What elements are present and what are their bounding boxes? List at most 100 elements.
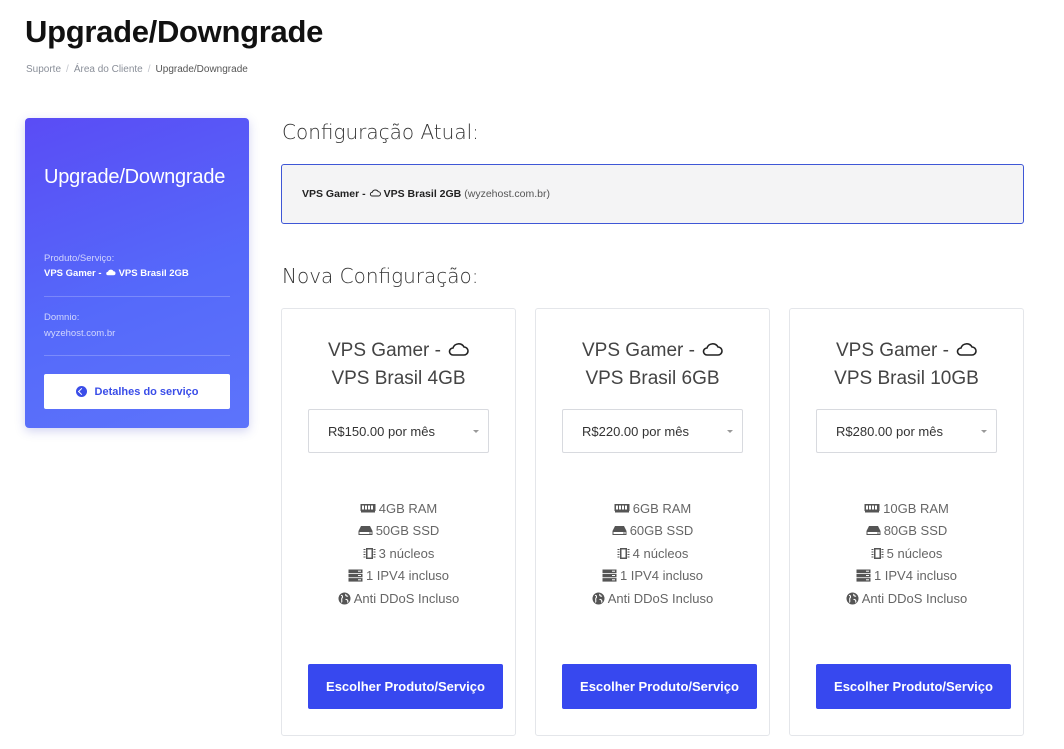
feature-item: Anti DDoS Incluso <box>282 587 515 610</box>
choose-product-button[interactable]: Escolher Produto/Serviço <box>816 664 1011 709</box>
feature-text: 1 IPV4 incluso <box>873 568 958 584</box>
plan-title-line2: VPS Brasil 6GB <box>585 368 720 389</box>
billing-cycle-select[interactable]: R$280.00 por mês <box>816 409 997 453</box>
globe-icon <box>592 592 605 605</box>
breadcrumb-link-area-do-cliente[interactable]: Área do Cliente <box>74 64 143 75</box>
feature-text: 6GB RAM <box>632 500 692 516</box>
feature-item: 60GB SSD <box>536 520 769 543</box>
feature-text: 5 núcleos <box>886 545 943 561</box>
plan-card: VPS Gamer - VPS Brasil 4GB R$150.00 por … <box>281 308 516 736</box>
cpu-icon <box>617 547 630 560</box>
feature-item: 5 núcleos <box>790 542 1023 565</box>
cloud-icon <box>105 268 116 279</box>
plan-title-line2: VPS Brasil 4GB <box>331 368 466 389</box>
feature-item: 1 IPV4 incluso <box>790 565 1023 588</box>
breadcrumb-link-suporte[interactable]: Suporte <box>26 64 61 75</box>
billing-cycle-value: R$150.00 por mês <box>328 423 435 439</box>
current-product-name: VPS Brasil 2GB <box>383 188 462 200</box>
choose-product-button[interactable]: Escolher Produto/Serviço <box>308 664 503 709</box>
feature-text: Anti DDoS Incluso <box>607 590 714 606</box>
sidebar-title: Upgrade/Downgrade <box>44 166 226 188</box>
billing-cycle-select[interactable]: R$220.00 por mês <box>562 409 743 453</box>
arrow-left-circle-icon <box>75 386 87 397</box>
product-label: Produto/Serviço: <box>44 253 115 264</box>
disk-icon <box>358 525 373 536</box>
service-details-label: Detalhes do serviço <box>94 385 199 398</box>
new-config-heading: Nova Configuração: <box>282 264 479 288</box>
chevron-down-icon <box>727 430 733 433</box>
server-icon <box>348 569 363 582</box>
chevron-down-icon <box>473 430 479 433</box>
plan-title-line1: VPS Gamer - <box>582 340 695 361</box>
billing-cycle-select[interactable]: R$150.00 por mês <box>308 409 489 453</box>
choose-product-button[interactable]: Escolher Produto/Serviço <box>562 664 757 709</box>
feature-text: 3 núcleos <box>378 545 435 561</box>
feature-text: Anti DDoS Incluso <box>353 590 460 606</box>
product-value: VPS Gamer - VPS Brasil 2GB <box>44 268 189 279</box>
current-config-box: VPS Gamer - VPS Brasil 2GB (wyzehost.com… <box>281 164 1024 224</box>
plan-card: VPS Gamer - VPS Brasil 10GB R$280.00 por… <box>789 308 1024 736</box>
plan-title-line1: VPS Gamer - <box>836 340 949 361</box>
ram-icon <box>614 503 630 513</box>
sidebar-panel: Upgrade/Downgrade Produto/Serviço: VPS G… <box>25 118 249 428</box>
billing-cycle-value: R$220.00 por mês <box>582 423 689 439</box>
cloud-icon <box>955 337 977 365</box>
service-details-button[interactable]: Detalhes do serviço <box>44 374 230 409</box>
feature-item: 1 IPV4 incluso <box>282 565 515 588</box>
feature-item: Anti DDoS Incluso <box>536 587 769 610</box>
server-icon <box>856 569 871 582</box>
cpu-icon <box>363 547 376 560</box>
feature-list: 6GB RAM 60GB SSD 4 núcleos 1 IPV4 inclus… <box>536 497 769 610</box>
globe-icon <box>338 592 351 605</box>
billing-cycle-value: R$280.00 por mês <box>836 423 943 439</box>
plan-title: VPS Gamer - VPS Brasil 10GB <box>790 337 1023 393</box>
current-product-prefix: VPS Gamer - <box>302 188 366 200</box>
current-config-heading: Configuração Atual: <box>282 120 479 144</box>
server-icon <box>602 569 617 582</box>
breadcrumb: Suporte / Área do Cliente / Upgrade/Down… <box>26 64 248 75</box>
cpu-icon <box>871 547 884 560</box>
feature-text: 80GB SSD <box>883 523 948 539</box>
plan-title-line1: VPS Gamer - <box>328 340 441 361</box>
cloud-icon <box>701 337 723 365</box>
feature-item: Anti DDoS Incluso <box>790 587 1023 610</box>
cloud-icon <box>369 188 381 200</box>
sidebar-divider <box>44 296 230 297</box>
feature-item: 80GB SSD <box>790 520 1023 543</box>
disk-icon <box>612 525 627 536</box>
feature-item: 4 núcleos <box>536 542 769 565</box>
product-name: VPS Brasil 2GB <box>118 268 189 279</box>
feature-text: 10GB RAM <box>883 500 949 516</box>
feature-text: 4GB RAM <box>378 500 438 516</box>
product-prefix: VPS Gamer - <box>44 268 102 279</box>
plan-title-line2: VPS Brasil 10GB <box>834 368 979 389</box>
chevron-down-icon <box>981 430 987 433</box>
domain-label: Domnio: <box>44 312 80 323</box>
feature-text: Anti DDoS Incluso <box>861 590 968 606</box>
feature-item: 10GB RAM <box>790 497 1023 520</box>
cloud-icon <box>447 337 469 365</box>
feature-text: 1 IPV4 incluso <box>365 568 450 584</box>
breadcrumb-separator: / <box>147 64 151 75</box>
feature-list: 10GB RAM 80GB SSD 5 núcleos 1 IPV4 inclu… <box>790 497 1023 610</box>
globe-icon <box>846 592 859 605</box>
sidebar-divider <box>44 355 230 356</box>
feature-item: 1 IPV4 incluso <box>536 565 769 588</box>
feature-item: 4GB RAM <box>282 497 515 520</box>
feature-list: 4GB RAM 50GB SSD 3 núcleos 1 IPV4 inclus… <box>282 497 515 610</box>
feature-text: 4 núcleos <box>632 545 689 561</box>
breadcrumb-separator: / <box>66 64 69 75</box>
feature-item: 3 núcleos <box>282 542 515 565</box>
feature-text: 60GB SSD <box>629 523 694 539</box>
ram-icon <box>360 503 376 513</box>
plan-title: VPS Gamer - VPS Brasil 4GB <box>282 337 515 393</box>
ram-icon <box>864 503 880 513</box>
page-title: Upgrade/Downgrade <box>25 14 324 49</box>
breadcrumb-current: Upgrade/Downgrade <box>155 64 248 75</box>
domain-value: wyzehost.com.br <box>44 328 116 339</box>
feature-item: 6GB RAM <box>536 497 769 520</box>
feature-item: 50GB SSD <box>282 520 515 543</box>
current-domain: (wyzehost.com.br) <box>464 188 551 200</box>
plan-title: VPS Gamer - VPS Brasil 6GB <box>536 337 769 393</box>
disk-icon <box>866 525 881 536</box>
